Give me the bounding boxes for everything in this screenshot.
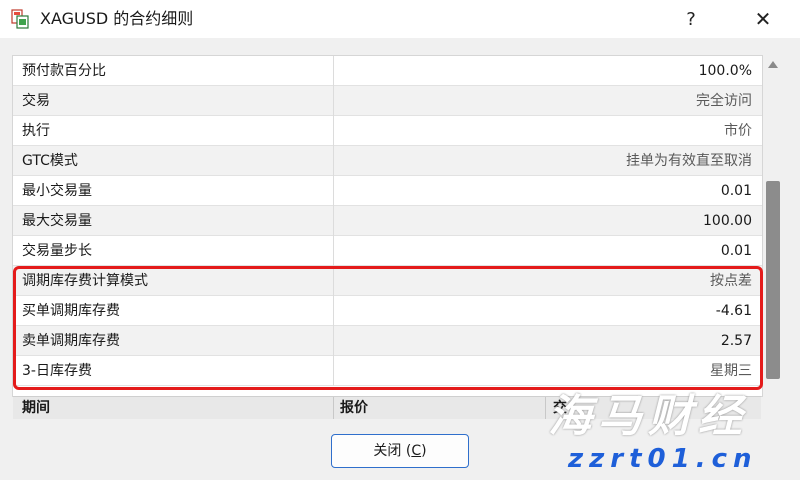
column-divider bbox=[333, 326, 334, 356]
row-value: 市价 bbox=[724, 123, 752, 139]
close-button-suffix: ) bbox=[421, 443, 427, 459]
watermark-brand: 海马财经 bbox=[548, 391, 748, 442]
watermark: 海马财经 zzrt01.cn bbox=[540, 380, 800, 480]
table-row[interactable]: 交易量步长 0.01 bbox=[13, 236, 762, 266]
row-name: GTC模式 bbox=[22, 153, 78, 169]
scroll-up-arrow-icon[interactable] bbox=[768, 61, 778, 68]
specification-table: 预付款百分比 100.0% 交易 完全访问 执行 市价 GTC模式 挂单为有效直… bbox=[12, 55, 763, 397]
document-icon bbox=[11, 9, 29, 29]
close-window-button[interactable]: ✕ bbox=[740, 0, 786, 38]
window-title: XAGUSD 的合约细则 bbox=[40, 9, 194, 28]
close-icon: ✕ bbox=[754, 7, 772, 31]
table-row[interactable]: 交易 完全访问 bbox=[13, 86, 762, 116]
watermark-site: zzrt01.cn bbox=[568, 444, 758, 474]
row-value: 完全访问 bbox=[696, 93, 752, 109]
table-row[interactable]: 卖单调期库存费 2.57 bbox=[13, 326, 762, 356]
column-divider bbox=[333, 86, 334, 116]
column-divider bbox=[333, 116, 334, 146]
row-value: 按点差 bbox=[710, 273, 752, 289]
header-period[interactable]: 期间 bbox=[22, 397, 50, 419]
column-divider bbox=[333, 296, 334, 326]
row-name: 执行 bbox=[22, 123, 50, 139]
table-row[interactable]: 最大交易量 100.00 bbox=[13, 206, 762, 236]
help-button[interactable]: ? bbox=[668, 0, 714, 38]
table-row[interactable]: 最小交易量 0.01 bbox=[13, 176, 762, 206]
row-value: 100.0% bbox=[698, 63, 752, 79]
row-name: 卖单调期库存费 bbox=[22, 333, 120, 349]
close-button-label: 关闭 ( bbox=[373, 443, 412, 459]
row-name: 调期库存费计算模式 bbox=[22, 273, 148, 289]
header-quote[interactable]: 报价 bbox=[340, 397, 368, 419]
row-value: 0.01 bbox=[720, 183, 752, 199]
row-name: 最小交易量 bbox=[22, 183, 92, 199]
scroll-thumb[interactable] bbox=[766, 181, 780, 379]
row-name: 预付款百分比 bbox=[22, 63, 106, 79]
table-row[interactable]: 预付款百分比 100.0% bbox=[13, 56, 762, 86]
row-name: 3-日库存费 bbox=[22, 363, 92, 379]
close-button[interactable]: 关闭 (C) bbox=[331, 434, 469, 468]
row-value: 2.57 bbox=[720, 333, 752, 349]
column-divider bbox=[333, 146, 334, 176]
row-value: -4.61 bbox=[715, 303, 752, 319]
title-bar: XAGUSD 的合约细则 ? ✕ bbox=[0, 0, 800, 38]
column-divider bbox=[333, 266, 334, 296]
table-row[interactable]: 买单调期库存费 -4.61 bbox=[13, 296, 762, 326]
column-divider bbox=[333, 236, 334, 266]
table-row[interactable]: 调期库存费计算模式 按点差 bbox=[13, 266, 762, 296]
row-value: 挂单为有效直至取消 bbox=[626, 153, 752, 169]
header-divider bbox=[333, 397, 334, 419]
close-button-mnemonic: C bbox=[411, 443, 422, 459]
vertical-scrollbar[interactable] bbox=[763, 55, 785, 395]
row-value: 100.00 bbox=[703, 213, 752, 229]
column-divider bbox=[333, 176, 334, 206]
row-name: 买单调期库存费 bbox=[22, 303, 120, 319]
row-name: 交易量步长 bbox=[22, 243, 92, 259]
column-divider bbox=[333, 356, 334, 386]
row-name: 最大交易量 bbox=[22, 213, 92, 229]
table-row[interactable]: GTC模式 挂单为有效直至取消 bbox=[13, 146, 762, 176]
column-divider bbox=[333, 56, 334, 86]
column-divider bbox=[333, 206, 334, 236]
row-name: 交易 bbox=[22, 93, 50, 109]
row-value: 0.01 bbox=[720, 243, 752, 259]
table-row[interactable]: 执行 市价 bbox=[13, 116, 762, 146]
question-icon: ? bbox=[686, 8, 696, 30]
